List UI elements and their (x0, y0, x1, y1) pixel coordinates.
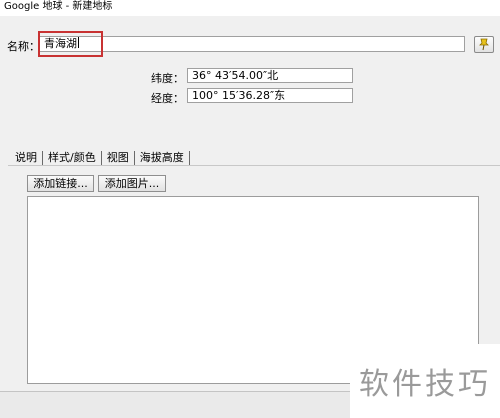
name-input[interactable]: 青海湖 (39, 36, 465, 52)
latitude-value: 36° 43′54.00″北 (192, 69, 279, 82)
name-label: 名称： (7, 40, 40, 53)
watermark: 软件技巧 (350, 344, 500, 418)
name-input-value: 青海湖 (44, 37, 77, 50)
window-title: Google 地球 - 新建地标 (4, 1, 113, 12)
latitude-field[interactable]: 36° 43′54.00″北 (187, 68, 353, 83)
title-bar: Google 地球 - 新建地标 (0, 0, 500, 16)
tab-view[interactable]: 视图 (102, 150, 135, 165)
tab-description[interactable]: 说明 (10, 150, 43, 165)
longitude-value: 100° 15′36.28″东 (192, 89, 286, 102)
text-caret (78, 37, 79, 48)
longitude-field[interactable]: 100° 15′36.28″东 (187, 88, 353, 103)
tab-panel-divider (8, 165, 500, 166)
add-link-button[interactable]: 添加链接... (27, 175, 94, 192)
add-image-button[interactable]: 添加图片... (98, 175, 166, 192)
longitude-label: 经度： (151, 92, 184, 105)
property-tabs: 说明 样式/颜色 视图 海拔高度 (10, 150, 190, 165)
tab-altitude[interactable]: 海拔高度 (135, 150, 190, 165)
placemark-icon-button[interactable] (474, 36, 494, 53)
tab-style-color[interactable]: 样式/颜色 (43, 150, 102, 165)
pushpin-icon (479, 38, 489, 51)
latitude-label: 纬度： (151, 72, 184, 85)
